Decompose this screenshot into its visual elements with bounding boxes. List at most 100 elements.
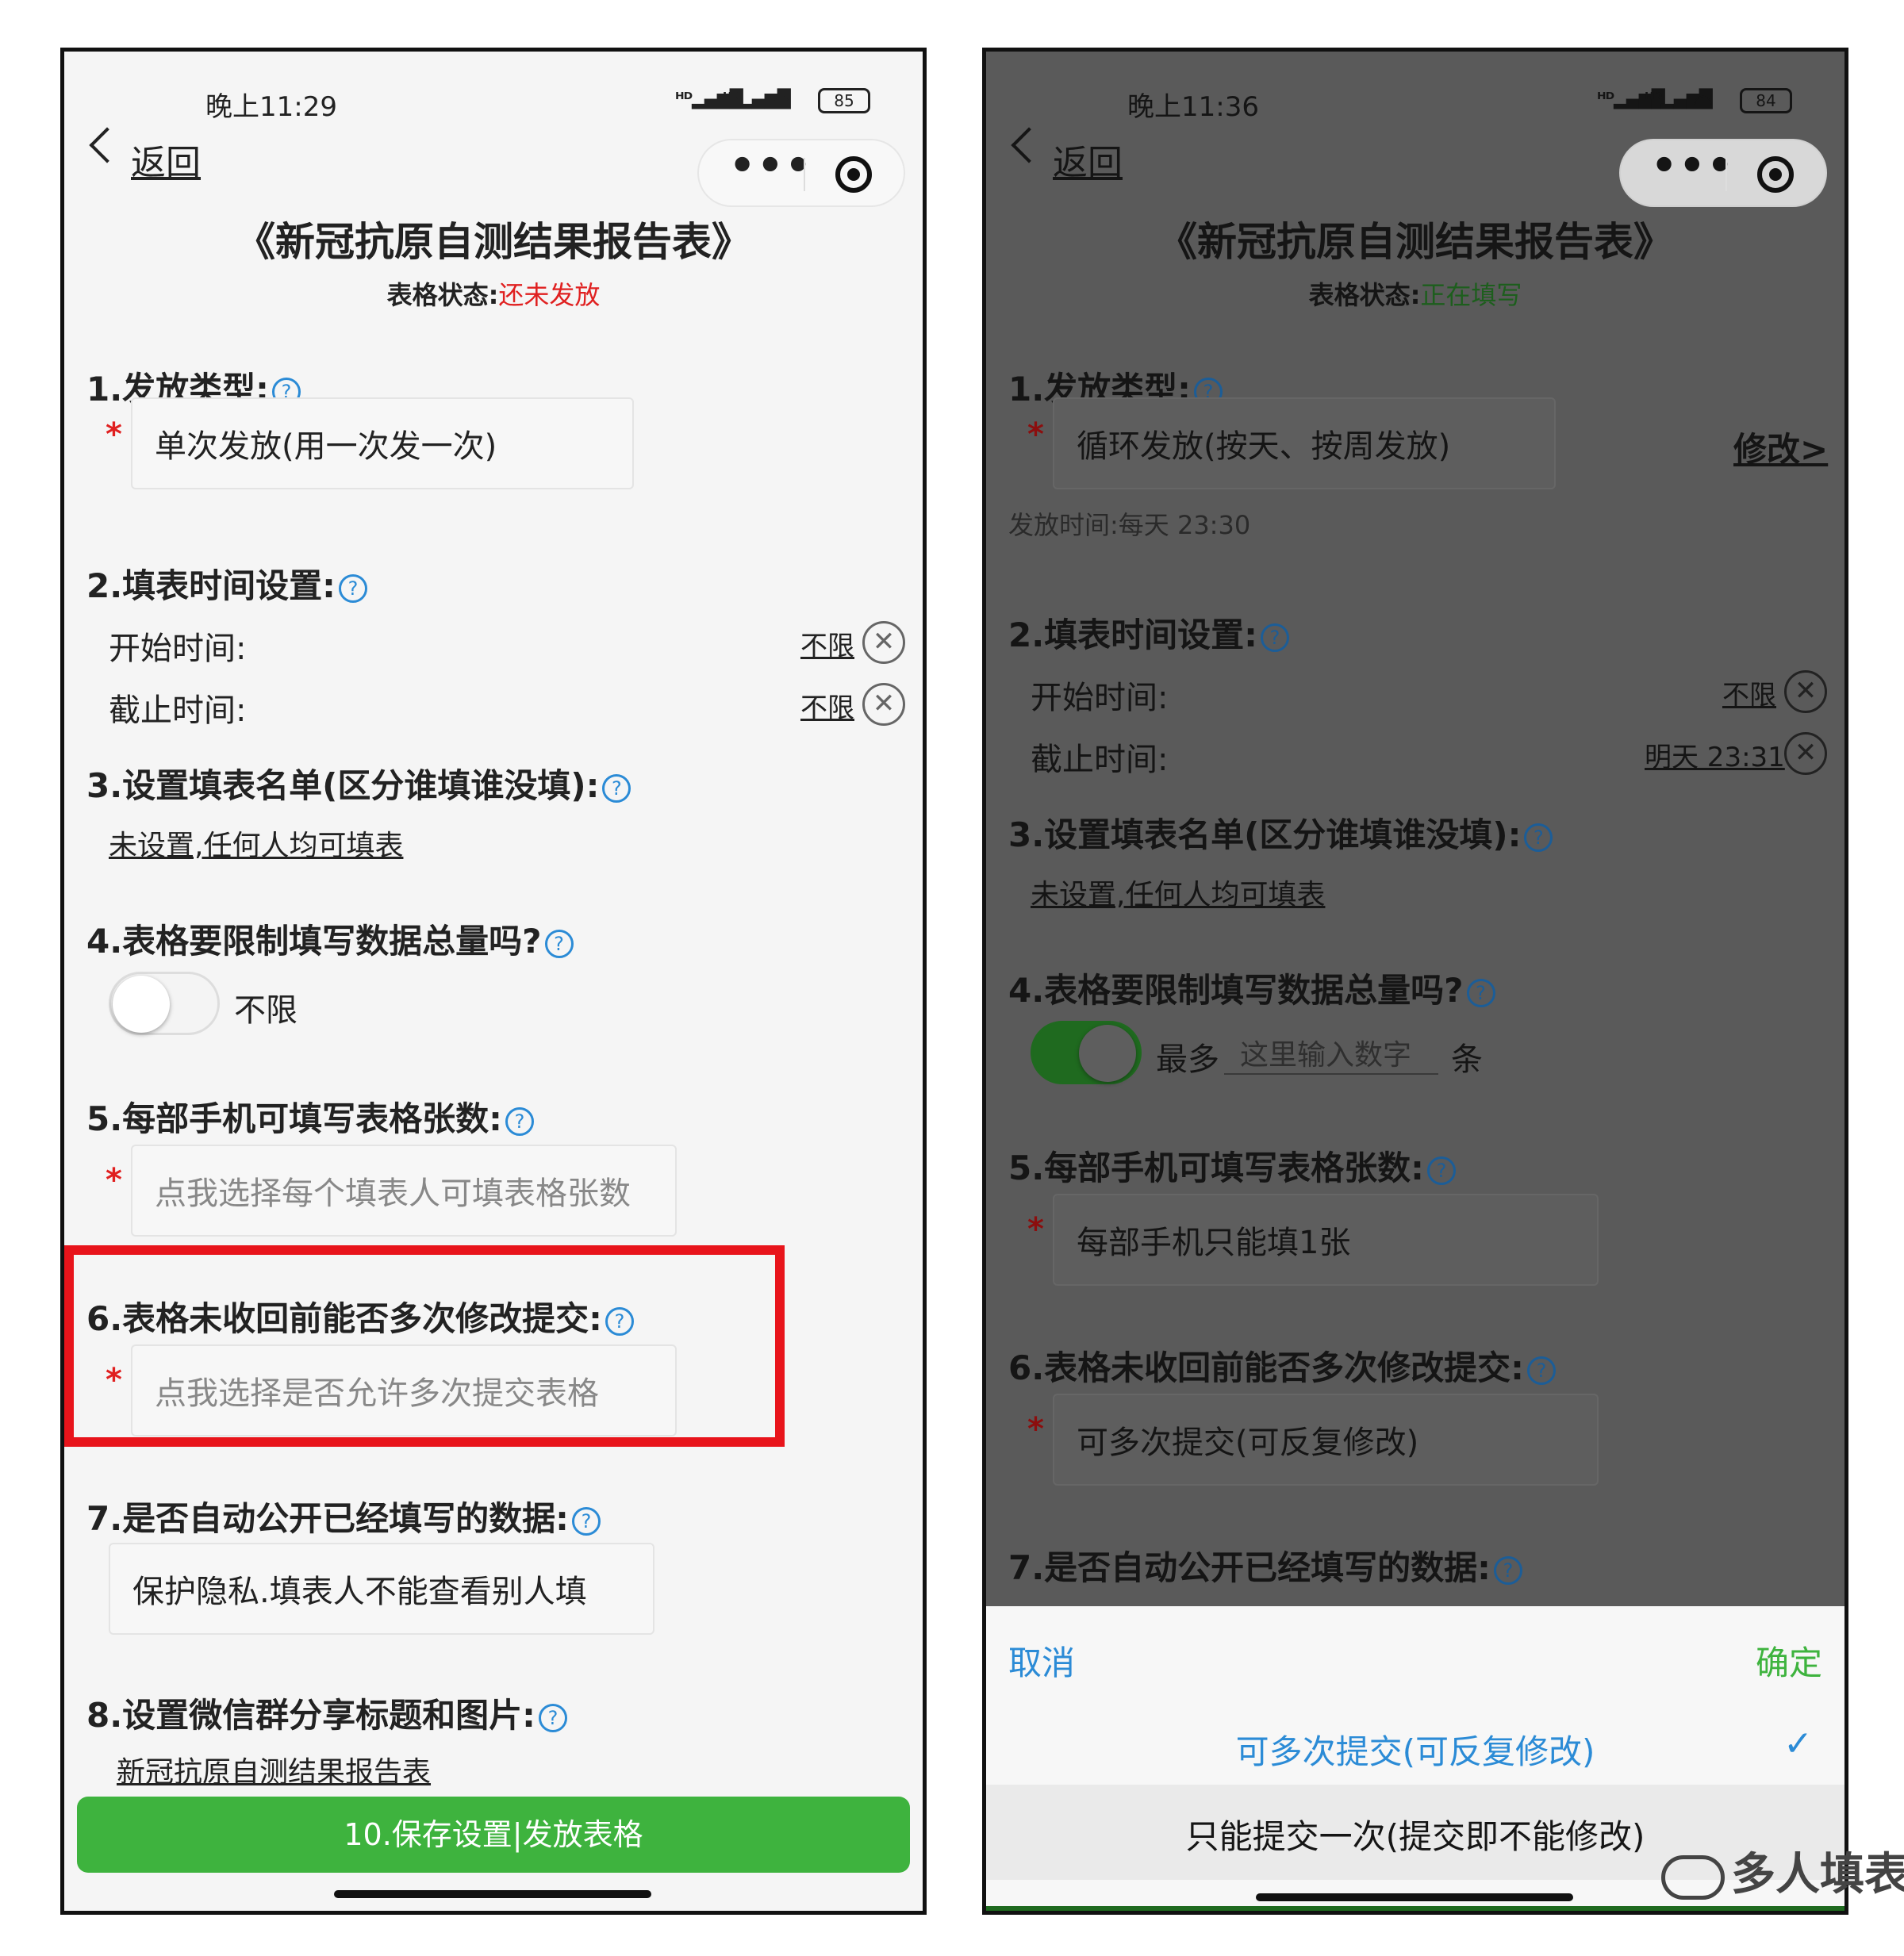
section-6-label: 6.表格未收回前能否多次修改提交: [1008, 1348, 1524, 1387]
section-6-title: 6.表格未收回前能否多次修改提交:? [86, 1292, 634, 1340]
battery-icon: 84 [1740, 88, 1792, 113]
help-icon[interactable]: ? [1524, 823, 1553, 852]
edit-issue-label: 修改 [1733, 430, 1801, 469]
help-icon[interactable]: ? [571, 1506, 601, 1536]
home-indicator [1256, 1893, 1573, 1901]
help-icon[interactable]: ? [338, 573, 367, 603]
section-7-label: 7.是否自动公开已经填写的数据: [1008, 1548, 1491, 1587]
end-time-label: 截止时间: [1031, 742, 1169, 778]
help-icon[interactable]: ? [605, 1306, 634, 1336]
form-state: 表格状态:还未发放 [64, 275, 923, 312]
section-4-label: 4.表格要限制填写数据总量吗? [86, 922, 542, 961]
clear-start-icon[interactable]: ✕ [1784, 670, 1827, 713]
share-title-link[interactable]: 新冠抗原自测结果报告表 [117, 1749, 431, 1790]
section-7-title: 7.是否自动公开已经填写的数据:? [1008, 1541, 1522, 1590]
toggle-knob [1079, 1025, 1136, 1082]
limit-toggle[interactable] [1031, 1021, 1142, 1084]
section-5-label: 5.每部手机可填写表格张数: [1008, 1149, 1424, 1187]
sheets-placeholder: 点我选择每个填表人可填表格张数 [155, 1176, 631, 1212]
issue-type-select[interactable]: 循环发放(按天、按周发放) [1053, 397, 1556, 489]
status-time: 晚上11:36 [1127, 91, 1259, 123]
section-8-label: 8.设置微信群分享标题和图片: [86, 1696, 536, 1735]
back-button[interactable]: 返回 [131, 134, 201, 185]
end-time-value[interactable]: 明天 23:31 [1645, 735, 1785, 774]
fill-list-link[interactable]: 未设置,任何人均可填表 [1031, 872, 1325, 913]
start-time-label: 开始时间: [1031, 680, 1169, 716]
wechat-icon [1661, 1854, 1725, 1900]
back-chevron-icon[interactable] [89, 127, 125, 163]
section-2-title: 2.填表时间设置:? [86, 559, 367, 608]
limit-text: 不限 [234, 992, 298, 1029]
status-time: 晚上11:29 [205, 91, 337, 123]
help-icon[interactable]: ? [505, 1106, 534, 1136]
help-icon[interactable]: ? [602, 773, 631, 803]
issue-type-select[interactable]: 单次发放(用一次发一次) [131, 397, 634, 489]
state-label: 表格状态: [1308, 280, 1421, 310]
help-icon[interactable]: ? [538, 1703, 567, 1732]
sheets-value: 每部手机只能填1张 [1077, 1225, 1351, 1261]
back-button[interactable]: 返回 [1053, 134, 1123, 185]
save-button-edge [986, 1906, 1844, 1911]
multi-submit-select[interactable]: 可多次提交(可反复修改) [1053, 1394, 1599, 1486]
start-time-value[interactable]: 不限 [1722, 673, 1776, 712]
picker-confirm-button[interactable]: 确定 [1756, 1636, 1822, 1685]
right-phone-screen: 晚上11:36 ᴴᴰ▂▄▆█ ᴴᴰ▂▄▆█ ◠ 84 返回 ••• 《新冠抗原自… [982, 48, 1848, 1915]
end-time-value[interactable]: 不限 [800, 686, 854, 725]
edit-issue-link[interactable]: 修改> [1733, 423, 1828, 471]
section-4-label: 4.表格要限制填写数据总量吗? [1008, 971, 1464, 1010]
help-icon[interactable]: ? [1466, 978, 1495, 1007]
limit-count-input[interactable]: 这里输入数字 [1224, 1032, 1438, 1075]
wifi-icon: ◠ [772, 90, 790, 117]
section-2-title: 2.填表时间设置:? [1008, 608, 1289, 657]
section-6-label: 6.表格未收回前能否多次修改提交: [86, 1299, 602, 1338]
start-time-label: 开始时间: [109, 631, 247, 667]
clear-end-icon[interactable]: ✕ [1784, 732, 1827, 775]
limit-toggle[interactable] [109, 972, 220, 1035]
limit-prefix: 最多 [1156, 1041, 1219, 1078]
more-icon[interactable]: ••• [729, 142, 813, 190]
picker-cancel-button[interactable]: 取消 [1008, 1636, 1075, 1685]
close-target-icon[interactable] [1757, 156, 1794, 193]
section-8-title: 8.设置微信群分享标题和图片:? [86, 1689, 567, 1737]
start-time-value[interactable]: 不限 [800, 624, 854, 663]
issue-type-value: 单次发放(用一次发一次) [155, 428, 497, 465]
mini-program-capsule: ••• [1619, 139, 1827, 207]
form-state: 表格状态:正在填写 [986, 275, 1844, 312]
toggle-knob [113, 976, 170, 1033]
more-icon[interactable]: ••• [1651, 142, 1735, 190]
clear-end-icon[interactable]: ✕ [862, 683, 905, 726]
page-title: 《新冠抗原自测结果报告表》 [236, 219, 751, 265]
mini-program-capsule: ••• [697, 139, 905, 207]
issue-time-note: 发放时间:每天 23:30 [1008, 510, 1251, 540]
back-chevron-icon[interactable] [1011, 127, 1047, 163]
help-icon[interactable]: ? [1493, 1555, 1522, 1585]
section-6-title: 6.表格未收回前能否多次修改提交:? [1008, 1341, 1556, 1390]
section-3-title: 3.设置填表名单(区分谁填谁没填):? [86, 759, 631, 807]
battery-icon: 85 [818, 88, 870, 113]
state-value: 还未发放 [498, 280, 601, 310]
page-title: 《新冠抗原自测结果报告表》 [1157, 219, 1673, 265]
help-icon[interactable]: ? [544, 929, 574, 958]
picker-option-multi[interactable]: 可多次提交(可反复修改) [986, 1725, 1844, 1774]
save-publish-button[interactable]: 10.保存设置|发放表格 [77, 1797, 910, 1873]
privacy-select[interactable]: 保护隐私.填表人不能查看别人填 [109, 1543, 654, 1635]
issue-type-value: 循环发放(按天、按周发放) [1077, 428, 1451, 465]
state-label: 表格状态: [386, 280, 499, 310]
help-icon[interactable]: ? [1526, 1356, 1556, 1385]
clear-start-icon[interactable]: ✕ [862, 621, 905, 664]
multi-submit-select[interactable]: 点我选择是否允许多次提交表格 [131, 1344, 677, 1436]
section-3-title: 3.设置填表名单(区分谁填谁没填):? [1008, 808, 1553, 857]
sheets-per-phone-select[interactable]: 每部手机只能填1张 [1053, 1194, 1599, 1286]
help-icon[interactable]: ? [1260, 623, 1289, 652]
capsule-divider [804, 158, 805, 191]
fill-list-link[interactable]: 未设置,任何人均可填表 [109, 823, 403, 864]
required-star: * [106, 1362, 122, 1398]
section-2-label: 2.填表时间设置: [1008, 616, 1257, 654]
watermark-text: 多人填表 [1731, 1849, 1904, 1900]
sheets-per-phone-select[interactable]: 点我选择每个填表人可填表格张数 [131, 1145, 677, 1237]
close-target-icon[interactable] [835, 156, 872, 193]
wifi-icon: ◠ [1694, 90, 1712, 117]
section-3-label: 3.设置填表名单(区分谁填谁没填): [86, 766, 600, 805]
help-icon[interactable]: ? [1426, 1156, 1456, 1185]
section-4-title: 4.表格要限制填写数据总量吗?? [86, 915, 574, 963]
